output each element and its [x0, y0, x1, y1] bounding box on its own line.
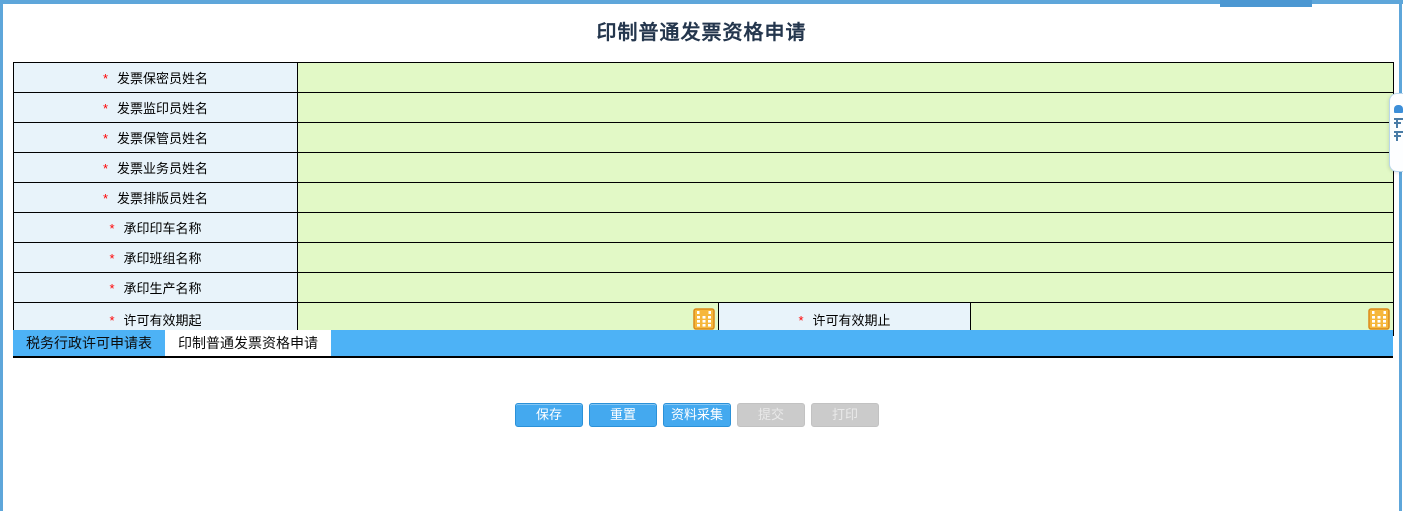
field-label: 发票保密员姓名 [117, 71, 208, 86]
form-input-field[interactable] [298, 153, 1394, 183]
required-asterisk: * [103, 191, 108, 206]
input-value [298, 280, 302, 295]
form-row: * 承印班组名称 [14, 243, 1394, 273]
action-button[interactable]: 重置 [589, 403, 657, 427]
field-label-cell: * 承印班组名称 [14, 243, 298, 273]
form-input-field[interactable] [298, 93, 1394, 123]
left-border [0, 0, 3, 511]
required-asterisk: * [103, 161, 108, 176]
action-button[interactable]: 资料采集 [663, 403, 731, 427]
floating-side-panel[interactable] [1389, 93, 1403, 172]
required-asterisk: * [103, 101, 108, 116]
input-value [971, 311, 975, 326]
form-row: * 发票业务员姓名 [14, 153, 1394, 183]
form-input-field[interactable] [298, 273, 1394, 303]
panel-text-fragment [1394, 118, 1403, 128]
field-label-cell: * 发票监印员姓名 [14, 93, 298, 123]
tab-2[interactable]: 印制普通发票资格申请 [165, 330, 331, 356]
application-form-table: *发票保密员姓名*发票监印员姓名*发票保管员姓名*发票业务员姓名*发票排版员姓名… [13, 62, 1394, 336]
input-value [298, 160, 302, 175]
form-input-field[interactable] [298, 123, 1394, 153]
form-row: * 发票监印员姓名 [14, 93, 1394, 123]
form-row: * 发票排版员姓名 [14, 183, 1394, 213]
form-input-field[interactable] [298, 243, 1394, 273]
page-title: 印制普通发票资格申请 [0, 16, 1403, 45]
input-value [298, 130, 302, 145]
form-input-field[interactable] [298, 183, 1394, 213]
field-label-cell: * 发票排版员姓名 [14, 183, 298, 213]
right-border [1399, 0, 1402, 511]
field-label-cell: * 发票保密员姓名 [14, 63, 298, 93]
field-label: 发票业务员姓名 [117, 161, 208, 176]
field-label-cell: * 承印印车名称 [14, 213, 298, 243]
field-label-cell: * 发票保管员姓名 [14, 123, 298, 153]
form-input-field[interactable] [298, 213, 1394, 243]
field-label: 许可有效期止 [813, 313, 891, 328]
field-label-cell: * 发票业务员姓名 [14, 153, 298, 183]
tab-bar: 税务行政许可申请表印制普通发票资格申请 [13, 330, 1393, 358]
input-value [298, 100, 302, 115]
field-label: 承印印车名称 [124, 221, 202, 236]
required-asterisk: * [103, 131, 108, 146]
form-row: * 发票保密员姓名 [14, 63, 1394, 93]
form-row: * 承印印车名称 [14, 213, 1394, 243]
input-value [298, 70, 302, 85]
action-button[interactable]: 保存 [515, 403, 583, 427]
field-label: 承印班组名称 [124, 251, 202, 266]
required-asterisk: * [109, 221, 114, 236]
form-row: * 发票保管员姓名 [14, 123, 1394, 153]
input-value [298, 250, 302, 265]
calendar-icon[interactable] [693, 308, 715, 330]
tab-1[interactable]: 税务行政许可申请表 [13, 330, 165, 356]
required-asterisk: * [109, 251, 114, 266]
form-input-field[interactable] [298, 63, 1394, 93]
field-label: 发票排版员姓名 [117, 191, 208, 206]
field-label: 承印生产名称 [124, 281, 202, 296]
button-row: 保存重置资料采集提交打印 [515, 403, 879, 427]
field-label: 许可有效期起 [124, 313, 202, 328]
field-label: 发票保管员姓名 [117, 131, 208, 146]
calendar-icon[interactable] [1368, 308, 1390, 330]
action-button: 打印 [811, 403, 879, 427]
panel-text-fragment [1394, 131, 1403, 141]
service-icon [1394, 105, 1403, 113]
horizontal-scrollbar-thumb[interactable] [1220, 0, 1312, 7]
input-value [298, 220, 302, 235]
required-asterisk: * [109, 281, 114, 296]
action-button: 提交 [737, 403, 805, 427]
field-label: 发票监印员姓名 [117, 101, 208, 116]
required-asterisk: * [109, 313, 114, 328]
input-value [298, 311, 302, 326]
field-label-cell: * 承印生产名称 [14, 273, 298, 303]
form-row: * 承印生产名称 [14, 273, 1394, 303]
required-asterisk: * [798, 313, 803, 328]
top-border [0, 0, 1403, 4]
input-value [298, 190, 302, 205]
required-asterisk: * [103, 71, 108, 86]
